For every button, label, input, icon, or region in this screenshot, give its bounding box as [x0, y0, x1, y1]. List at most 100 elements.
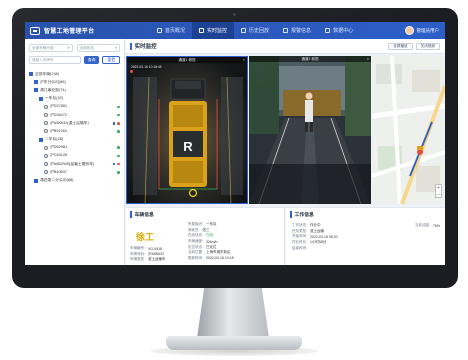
offline-dot-icon: [117, 121, 120, 125]
checkbox-icon[interactable]: [34, 178, 38, 183]
title-accent: [290, 211, 292, 218]
online-dot-icon: [117, 130, 120, 133]
tree-label: 沪A5K632(渣土运输车): [50, 120, 89, 125]
tree-vehicle[interactable]: 沪D52981: [29, 144, 120, 152]
database-icon: [325, 28, 331, 33]
online-dot-icon: [117, 146, 120, 150]
tree-group[interactable]: 浦西第二分公司(88): [29, 176, 120, 184]
info-row: 结束时间:: [292, 245, 307, 250]
checkbox-icon[interactable]: [34, 80, 38, 85]
radio-icon[interactable]: [44, 162, 48, 167]
camera-icon[interactable]: [112, 162, 116, 166]
video-channel-2[interactable]: 通道2 前视 ×: [249, 56, 371, 204]
radio-icon[interactable]: [44, 153, 48, 158]
info-row: 更新时间: 2022-03-16 10:18: [188, 255, 234, 261]
title-accent: [130, 42, 132, 50]
tree-label: 沪D52981: [50, 145, 68, 150]
info-row: 车辆类型: 渣土运输车: [130, 257, 166, 262]
radio-icon[interactable]: [44, 129, 48, 134]
tree-group[interactable]: 全部车辆(248): [29, 70, 120, 78]
info-row: 当前位置: 上海市浦东新区: [188, 250, 231, 255]
app-title: 智慧工地管理平台: [44, 29, 95, 35]
tree-label: 沪B40637: [50, 169, 67, 174]
reverse-gear-indicator: R: [183, 139, 193, 154]
truck-icon: [30, 26, 40, 35]
tree-label: 沪C83126: [50, 153, 68, 158]
reset-button[interactable]: 重置: [102, 56, 120, 64]
video-channel-1[interactable]: R 通道1 俯视 × 2022-03-16 10:18:45: [126, 56, 248, 204]
play-icon: [241, 28, 247, 33]
person-icon: [199, 28, 205, 33]
tree-vehicle[interactable]: 沪B40637: [29, 168, 120, 176]
radio-icon[interactable]: [44, 170, 48, 175]
vehicle-info-left: 车辆编号: XG-0918 车牌号码: 沪A5K632 车辆类型: 渣土运输车: [130, 246, 165, 263]
webcam: [233, 13, 236, 16]
app-logo: 智慧工地管理平台: [25, 26, 150, 35]
fullscreen-button[interactable]: 全屏播放: [388, 42, 413, 50]
nav-home[interactable]: 首页概况: [150, 22, 192, 39]
tree-label: 沪B91263: [50, 128, 67, 133]
page-title: 实时监控: [134, 44, 157, 50]
radio-icon[interactable]: [44, 145, 48, 150]
vehicle-sidebar: 全部车辆分组▾ 全部状态▾ 查询 重置 全部车辆(248) 沪东分公司(86) 浦江…: [25, 39, 125, 265]
checkbox-icon[interactable]: [34, 88, 38, 93]
map-view[interactable]: + −: [372, 56, 445, 204]
close-icon[interactable]: ×: [367, 56, 369, 62]
checkbox-icon[interactable]: [39, 137, 43, 142]
tree-vehicle[interactable]: 沪B91263: [29, 127, 120, 135]
avatar: [404, 26, 414, 35]
monitor-base: [166, 336, 302, 350]
status-select[interactable]: 全部状态 ▾: [76, 44, 120, 52]
offline-dot-icon: [117, 162, 120, 166]
tree-group[interactable]: 一车队(32): [29, 95, 120, 103]
tree-label: 浦江事业部(74): [40, 87, 66, 92]
chevron-down-icon: ▾: [115, 46, 117, 50]
tree-label: 浦西第二分公司(88): [40, 178, 74, 183]
nav-playback[interactable]: 历史回放: [234, 22, 276, 39]
map-zoom-control[interactable]: + −: [435, 184, 442, 198]
tree-group[interactable]: 沪东分公司(86): [29, 78, 120, 86]
video-header: 通道1 俯视 ×: [127, 57, 247, 63]
monitor-stand: [197, 288, 269, 338]
tree-group[interactable]: 二车队(28): [29, 136, 120, 144]
close-video-button[interactable]: 关闭视频: [415, 42, 440, 50]
search-button[interactable]: 查询: [83, 56, 100, 64]
plate-search-input[interactable]: [29, 56, 81, 64]
tree-label: 沪D36472: [50, 112, 68, 117]
checkbox-icon[interactable]: [29, 72, 33, 77]
tree-label: 沪东分公司(86): [40, 79, 66, 84]
camera-icon[interactable]: [112, 121, 116, 125]
tree-label: 二车队(28): [45, 137, 64, 142]
tree-label: 沪D27891: [50, 104, 68, 109]
online-status: 在线: [205, 233, 213, 238]
main-header: 实时监控 全屏播放 关闭视频: [126, 39, 445, 54]
radio-icon[interactable]: [44, 113, 48, 118]
nav-data[interactable]: 数据中心: [318, 22, 360, 39]
radio-icon[interactable]: [44, 121, 48, 126]
vehicle-info-right: 所属组织: 一车队 驾驶员: 张三 在线状态: 在线 车辆速度: 32km/h 定位状态…: [188, 222, 234, 261]
user-menu[interactable]: 管理员用户: [404, 26, 446, 35]
app-screen: 智慧工地管理平台 首页概况 实时监控 历史回放 报警信息 数据中心 管理员用户 …: [25, 22, 445, 265]
tree-vehicle[interactable]: 沪D36472: [29, 111, 120, 119]
checkbox-icon[interactable]: [39, 96, 43, 101]
nav-realtime[interactable]: 实时监控: [192, 22, 235, 39]
radio-icon[interactable]: [44, 104, 48, 109]
nav-alarms[interactable]: 报警信息: [276, 22, 318, 39]
video-header: 通道2 前视 ×: [249, 56, 371, 62]
tree-label: 一车队(32): [45, 96, 64, 101]
online-dot-icon: [117, 171, 120, 174]
chevron-down-icon: ▾: [67, 46, 70, 50]
tree-vehicle[interactable]: 沪A8D2W5(混凝土搅拌车): [29, 160, 120, 168]
group-select[interactable]: 全部车辆分组 ▾: [29, 44, 73, 52]
title-accent: [130, 211, 132, 218]
bell-icon: [283, 28, 289, 33]
top-bar: 智慧工地管理平台 首页概况 实时监控 历史回放 报警信息 数据中心 管理员用户: [25, 22, 445, 39]
close-icon[interactable]: ×: [243, 57, 245, 63]
work-info-rows: 工作状态: 作业中 当前油量: 76% 任务类型: 渣土运输 开始时间: 2022-03-…: [292, 223, 440, 251]
front-camera-feed: [249, 56, 371, 204]
vehicle-tree: 全部车辆(248) 沪东分公司(86) 浦江事业部(74) 一车队(32) 沪D2789…: [29, 70, 120, 185]
tree-vehicle[interactable]: 沪A5K632(渣土运输车): [29, 119, 120, 127]
tree-group[interactable]: 浦江事业部(74): [29, 86, 120, 94]
tree-vehicle[interactable]: 沪D27891: [29, 103, 120, 111]
tree-vehicle[interactable]: 沪C83126: [29, 152, 120, 160]
